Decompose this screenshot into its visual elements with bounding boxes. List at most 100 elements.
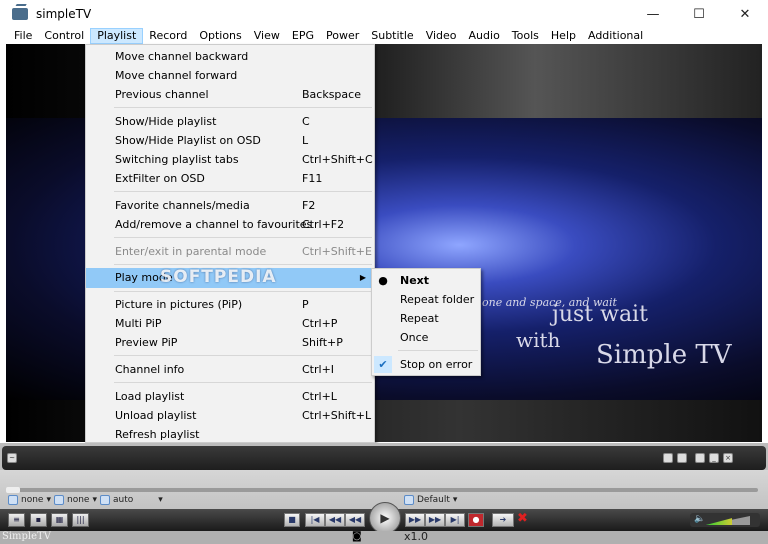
menu-bar: File Control Playlist Record Options Vie…: [0, 28, 768, 44]
options-row: none ▾ none ▾ auto ▾: [8, 495, 163, 505]
submenu-item-repeat-folder[interactable]: Repeat folder: [372, 290, 480, 309]
menu-power[interactable]: Power: [320, 28, 365, 44]
menu-item-refresh-playlist[interactable]: Refresh playlist: [86, 425, 374, 444]
menu-item-channel-info[interactable]: Channel info Ctrl+I: [86, 360, 374, 379]
snapshot-icon[interactable]: ◙: [352, 531, 362, 542]
submenu-item-stop-on-error[interactable]: ✔ Stop on error: [372, 355, 480, 374]
next-button[interactable]: ▶|: [445, 513, 465, 527]
menu-audio[interactable]: Audio: [463, 28, 506, 44]
submenu-item-once[interactable]: Once: [372, 328, 480, 347]
fullscreen-button[interactable]: ➔: [492, 513, 514, 527]
menu-separator: [114, 191, 372, 192]
menu-help[interactable]: Help: [545, 28, 582, 44]
menu-item-extfilter[interactable]: ExtFilter on OSD F11: [86, 169, 374, 188]
pin-icon[interactable]: [663, 453, 673, 463]
submenu-item-repeat[interactable]: Repeat: [372, 309, 480, 328]
menu-options[interactable]: Options: [193, 28, 247, 44]
menu-file[interactable]: File: [8, 28, 38, 44]
step-forward-button[interactable]: ▶▶: [425, 513, 445, 527]
menu-view[interactable]: View: [248, 28, 286, 44]
menu-item-play-mode[interactable]: Play mode ▶: [86, 268, 374, 288]
menu-separator: [114, 382, 372, 383]
seek-bar[interactable]: [6, 487, 758, 493]
menu-item-favorites[interactable]: Favorite channels/media F2: [86, 196, 374, 215]
chevron-down-icon[interactable]: ▾: [92, 495, 97, 505]
menu-separator: [114, 237, 372, 238]
menu-control[interactable]: Control: [38, 28, 90, 44]
minimize-button[interactable]: —: [630, 0, 676, 28]
menu-item-unload-playlist[interactable]: Unload playlist Ctrl+Shift+L: [86, 406, 374, 425]
playlist-view-icon[interactable]: ≡: [8, 513, 25, 527]
menu-separator: [114, 355, 372, 356]
step-back-button[interactable]: ◀◀: [325, 513, 345, 527]
speaker-icon: 🔈: [694, 514, 706, 524]
aspect-select[interactable]: Default: [417, 495, 450, 505]
seek-thumb[interactable]: [6, 487, 20, 493]
radio-dot-icon: ●: [378, 274, 388, 287]
grid-view-icon[interactable]: ▦: [51, 513, 68, 527]
zoom-icon: [99, 495, 110, 505]
menu-video[interactable]: Video: [420, 28, 463, 44]
play-button[interactable]: ▶: [369, 502, 401, 534]
menu-item-add-favourite[interactable]: Add/remove a channel to favourites Ctrl+F…: [86, 215, 374, 234]
close-media-icon[interactable]: ✖: [517, 511, 528, 526]
menu-item-preview-pip[interactable]: Preview PiP Shift+P: [86, 333, 374, 352]
menu-playlist[interactable]: Playlist: [90, 28, 144, 44]
menu-separator: [398, 350, 478, 351]
menu-item-switch-tabs[interactable]: Switching playlist tabs Ctrl+Shift+C: [86, 150, 374, 169]
chevron-down-icon[interactable]: ▾: [453, 495, 458, 505]
menu-item-move-forward[interactable]: Move channel forward: [86, 66, 374, 85]
control-panel: ~ _ × none ▾ none ▾ auto ▾ Default ▾ ≡ ▪ ▦ |…: [0, 443, 768, 544]
stop-button[interactable]: ■: [284, 513, 300, 527]
menu-tools[interactable]: Tools: [506, 28, 545, 44]
previous-button[interactable]: |◀: [305, 513, 325, 527]
menu-additional[interactable]: Additional: [582, 28, 649, 44]
panel-header: ~ _ ×: [2, 446, 766, 470]
option1-select[interactable]: none: [21, 495, 43, 505]
fast-forward-button[interactable]: ▶▶: [405, 513, 425, 527]
status-bar: SimpleTV ◙ x1.0: [0, 530, 768, 544]
menu-record[interactable]: Record: [143, 28, 193, 44]
panel-close-icon[interactable]: ×: [723, 453, 733, 463]
playback-speed[interactable]: x1.0: [404, 530, 428, 543]
single-view-icon[interactable]: ▪: [30, 513, 47, 527]
app-tv-icon: [12, 8, 28, 20]
option3-select[interactable]: auto: [113, 495, 133, 505]
graph-icon[interactable]: ~: [7, 453, 17, 463]
menu-item-load-playlist[interactable]: Load playlist Ctrl+L: [86, 387, 374, 406]
menu-item-show-hide-playlist[interactable]: Show/Hide playlist C: [86, 112, 374, 131]
aspect-icon: [404, 495, 414, 505]
menu-item-previous-channel[interactable]: Previous channel Backspace: [86, 85, 374, 104]
multi-view-icon[interactable]: |||: [72, 513, 89, 527]
menu-subtitle[interactable]: Subtitle: [365, 28, 419, 44]
maximize-button[interactable]: ☐: [676, 0, 722, 28]
volume-slider[interactable]: 🔈: [690, 513, 760, 527]
menu-separator: [114, 291, 372, 292]
window-title: simpleTV: [36, 7, 92, 21]
panel-minimize-icon[interactable]: _: [709, 453, 719, 463]
submenu-item-next[interactable]: ● Next: [372, 271, 480, 290]
menu-epg[interactable]: EPG: [286, 28, 320, 44]
option2-select[interactable]: none: [67, 495, 89, 505]
submenu-arrow-icon: ▶: [359, 273, 366, 282]
title-bar: simpleTV — ☐ ✕: [0, 0, 768, 28]
record-button[interactable]: ●: [468, 513, 484, 527]
chevron-down-icon[interactable]: ▾: [46, 495, 51, 505]
menu-item-multi-pip[interactable]: Multi PiP Ctrl+P: [86, 314, 374, 333]
video-text-line3: with: [516, 328, 561, 352]
deinterlace-icon: [8, 495, 18, 505]
menu-item-pip[interactable]: Picture in pictures (PiP) P: [86, 295, 374, 314]
aspect-row: Default ▾: [404, 495, 457, 505]
crop-icon: [53, 495, 64, 505]
close-button[interactable]: ✕: [722, 0, 768, 28]
status-label: SimpleTV: [2, 531, 51, 542]
checkmark-icon: ✔: [374, 356, 392, 373]
playlist-dropdown-menu: Move channel backward Move channel forwa…: [85, 44, 375, 443]
rewind-button[interactable]: ◀◀: [345, 513, 365, 527]
restore-icon[interactable]: [677, 453, 687, 463]
menu-item-playlist-osd[interactable]: Show/Hide Playlist on OSD L: [86, 131, 374, 150]
menu-item-parental-mode: Enter/exit in parental mode Ctrl+Shift+E: [115, 245, 372, 258]
float-icon[interactable]: [695, 453, 705, 463]
chevron-down-icon[interactable]: ▾: [158, 495, 163, 505]
menu-item-move-backward[interactable]: Move channel backward: [86, 47, 374, 66]
